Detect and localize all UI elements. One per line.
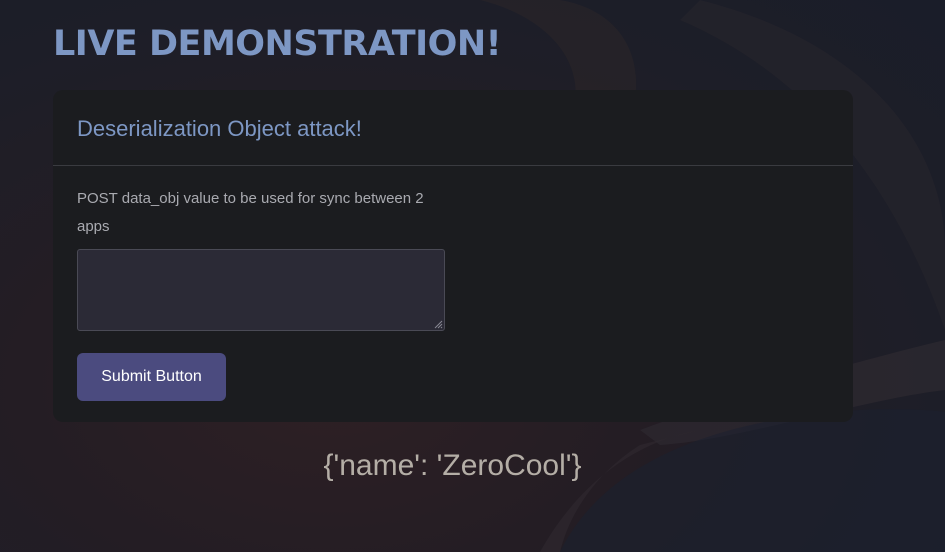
card-header: Deserialization Object attack! bbox=[53, 90, 853, 166]
result-output-text: {'name': 'ZeroCool'} bbox=[323, 449, 582, 482]
demo-card: Deserialization Object attack! POST data… bbox=[53, 90, 853, 422]
data-obj-textarea[interactable] bbox=[77, 249, 445, 331]
card-title: Deserialization Object attack! bbox=[77, 116, 362, 141]
page-title: LIVE DEMONSTRATION! bbox=[53, 24, 502, 64]
data-obj-field-label: POST data_obj value to be used for sync … bbox=[77, 190, 424, 235]
submit-button[interactable]: Submit Button bbox=[77, 353, 226, 401]
card-body: POST data_obj value to be used for sync … bbox=[53, 166, 853, 401]
data-obj-textarea-wrapper bbox=[77, 249, 445, 331]
